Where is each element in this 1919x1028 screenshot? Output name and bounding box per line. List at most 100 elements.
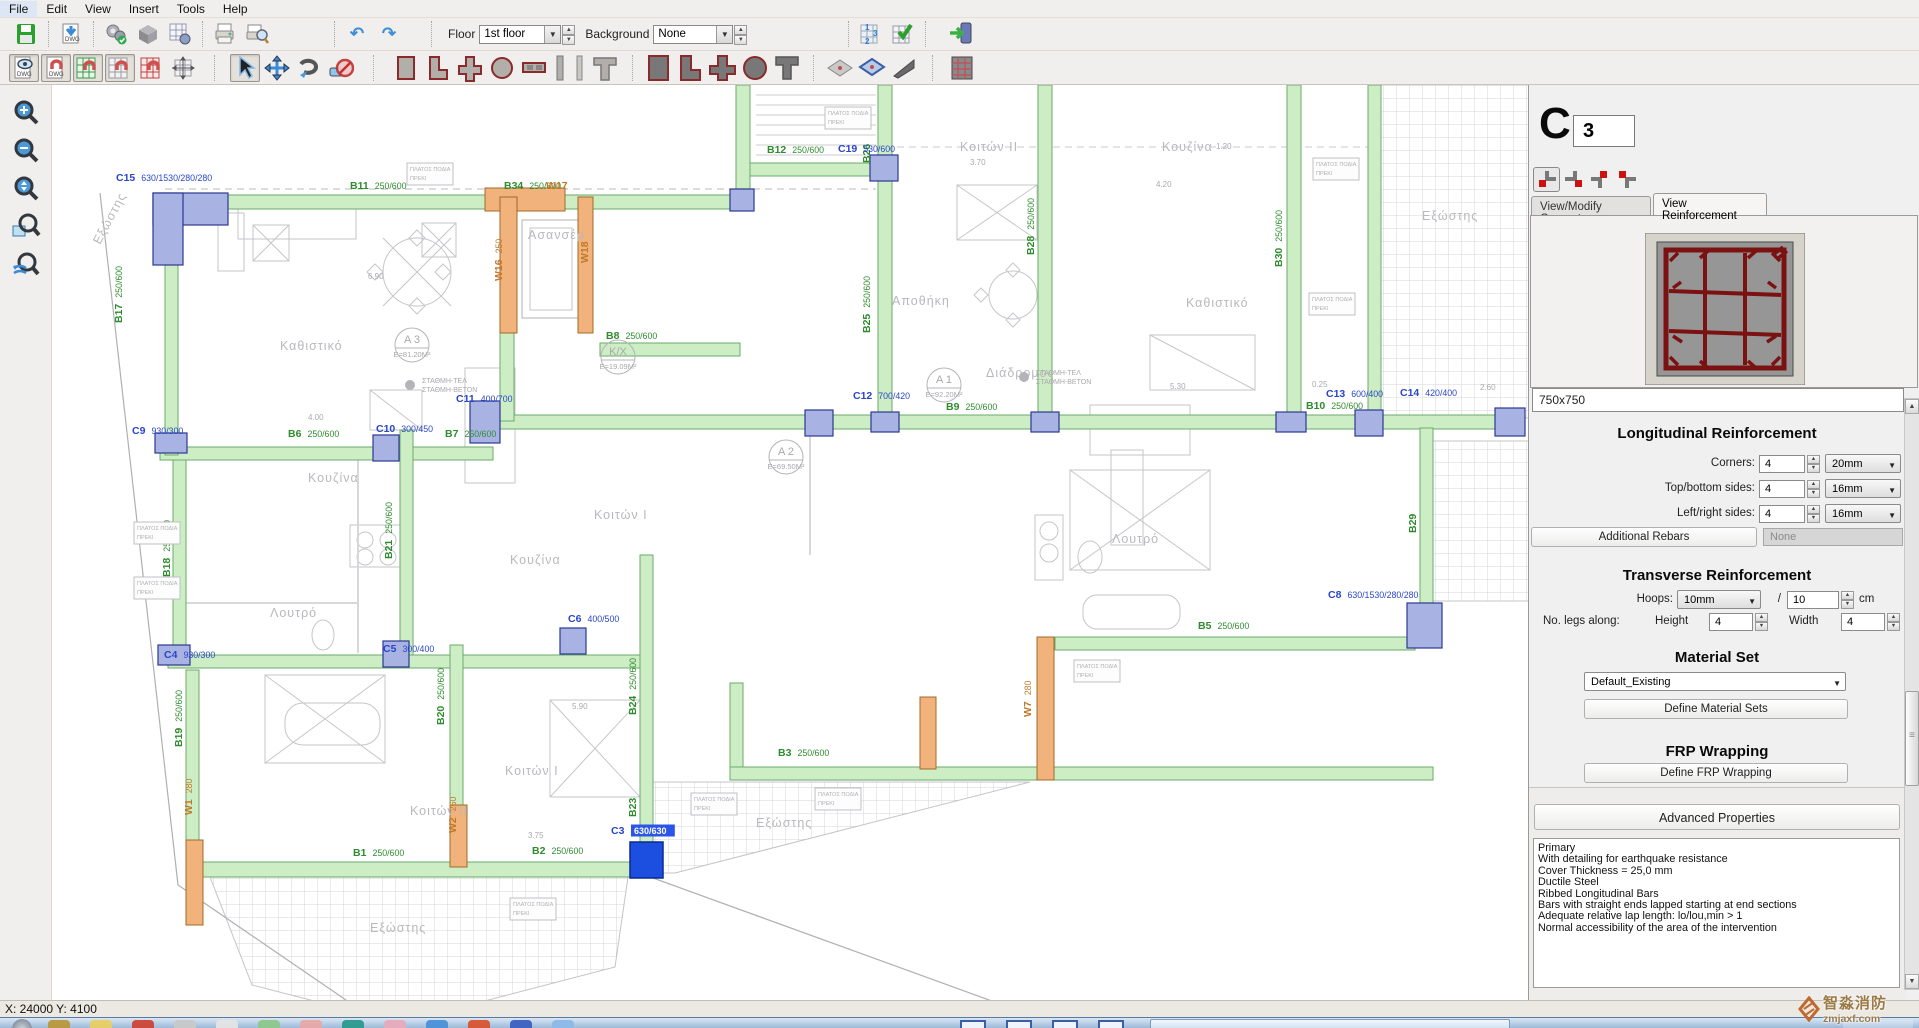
beam[interactable] [160,447,493,460]
zoom-in-button[interactable] [8,95,44,131]
wall-label[interactable]: W7280 [1022,680,1034,717]
menu-file[interactable]: File [0,1,37,17]
validate-grid-icon[interactable] [888,20,918,48]
corner-orientation-4-button[interactable] [1613,167,1640,192]
wall[interactable] [578,197,593,333]
background-stepper[interactable]: ▲▼ [734,25,747,44]
taskbar-app-icon[interactable] [426,1020,448,1028]
taskbar-app-icon[interactable] [468,1020,490,1028]
legs-height-input[interactable]: 4 [1709,613,1753,631]
section-size-list[interactable]: 750x750 [1532,388,1904,412]
taskbar-window-icon[interactable] [1052,1020,1078,1028]
column[interactable] [373,435,399,461]
beam[interactable] [750,163,880,176]
taskbar-window-icon[interactable] [1098,1020,1124,1028]
floor-select[interactable]: 1st floor▼ [479,25,561,44]
ramp-icon[interactable] [889,54,919,82]
beam-label[interactable]: B20250/600 [435,668,447,725]
advanced-properties-header[interactable]: Advanced Properties [1534,804,1900,830]
3d-view-icon[interactable] [133,20,163,48]
section-wall-icon[interactable] [519,54,549,82]
column-label[interactable]: C13600/400 [1326,388,1383,400]
beam[interactable] [1287,85,1301,430]
left-right-count-input[interactable]: 4 [1759,505,1805,523]
corner-orientation-2-button[interactable] [1560,167,1587,192]
menu-edit[interactable]: Edit [37,1,76,17]
zoom-extents-button[interactable] [8,171,44,207]
column-label[interactable]: C15630/1530/280/280 [116,172,212,184]
beam[interactable] [500,333,514,421]
legs-width-stepper[interactable]: ▲▼ [1887,613,1900,631]
wall[interactable] [186,840,203,925]
beam[interactable] [1420,428,1433,613]
windows-taskbar[interactable] [0,1017,1919,1028]
slab-icon[interactable] [825,54,855,82]
beam[interactable] [1368,85,1381,425]
beam[interactable] [200,862,633,877]
taskbar-active-window[interactable] [1150,1019,1510,1028]
beam-label[interactable]: B19250/600 [173,690,185,747]
beam[interactable] [1055,637,1415,650]
column-label[interactable]: C19530/600 [838,143,895,155]
corner-orientation-1-button[interactable] [1533,167,1560,192]
beam[interactable] [736,85,750,197]
taskbar-app-icon[interactable] [300,1020,322,1028]
column-label[interactable]: C14420/400 [1400,387,1457,399]
building-3d-icon[interactable] [946,54,976,82]
left-right-stepper[interactable]: ▲▼ [1807,505,1820,523]
beam[interactable] [730,767,1433,780]
top-bottom-stepper[interactable]: ▲▼ [1807,480,1820,498]
corners-stepper[interactable]: ▲▼ [1807,455,1820,473]
menu-view[interactable]: View [76,1,120,17]
panel-scrollbar[interactable]: ▲ ▼ [1904,398,1919,990]
snap-grid-icon[interactable] [105,54,135,82]
snap-grid-color-icon[interactable] [73,54,103,82]
beam[interactable] [450,645,463,810]
taskbar-app-icon[interactable] [510,1020,532,1028]
beam[interactable] [640,555,653,845]
section-circle-icon[interactable] [487,54,517,82]
corner-orientation-3-button[interactable] [1586,167,1613,192]
material-set-select[interactable]: Default_Existing▼ [1584,672,1846,691]
column-label[interactable]: C11400/700 [456,393,513,405]
taskbar-app-icon[interactable] [132,1020,154,1028]
dwg-view-icon[interactable]: DWG [9,54,39,82]
beam[interactable] [186,670,199,845]
print-icon[interactable] [210,20,240,48]
section-cross-icon[interactable] [455,54,485,82]
section-tee-icon[interactable] [591,54,621,82]
section-line-icon[interactable] [551,54,569,82]
drawing-canvas[interactable]: B11250/600B34250/600B12250/600B17250/600… [52,85,1528,1000]
beam[interactable] [400,430,413,658]
beam-label[interactable]: B28250/600 [1025,198,1037,255]
column-label[interactable]: C12700/420 [853,390,910,402]
menu-tools[interactable]: Tools [168,1,214,17]
beam-label[interactable]: B2250/600 [532,845,583,857]
corners-count-input[interactable]: 4 [1759,455,1805,473]
dark-L-icon[interactable] [676,54,706,82]
dwg-snap-icon[interactable]: DWG [41,54,71,82]
hoops-diameter-select[interactable]: 10mm▼ [1677,590,1761,609]
beam-label[interactable]: B25250/600 [861,276,873,333]
beam-label[interactable]: B17250/600 [113,266,125,323]
column[interactable] [805,410,833,436]
dark-cross-icon[interactable] [708,54,738,82]
beam-label[interactable]: B11250/600 [350,180,407,192]
taskbar-app-icon[interactable] [90,1020,112,1028]
beam-label[interactable]: B3250/600 [778,747,829,759]
beam-label[interactable]: B1250/600 [353,847,404,859]
chevron-down-icon[interactable]: ▼ [716,26,732,43]
wall-label[interactable]: W18 [579,241,591,263]
top-bottom-count-input[interactable]: 4 [1759,480,1805,498]
column-label[interactable]: C3 [611,825,625,837]
dark-circle-icon[interactable] [740,54,770,82]
tab-view-modify-geometry[interactable]: View/Modify Geometry [1531,196,1651,215]
beam[interactable] [730,683,743,780]
column[interactable] [1495,408,1525,436]
taskbar-app-icon[interactable] [216,1020,238,1028]
column-label[interactable]: C8630/1530/280/280 [1328,589,1418,601]
beam[interactable] [165,195,750,209]
beam[interactable] [173,460,186,658]
taskbar-app-icon[interactable] [48,1020,70,1028]
scrollbar-thumb[interactable] [1905,691,1919,786]
